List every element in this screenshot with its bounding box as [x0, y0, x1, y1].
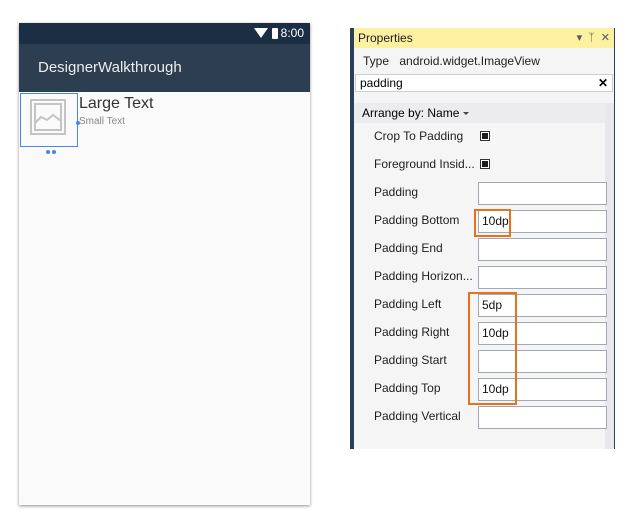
resize-handle-bottom-2[interactable] [52, 150, 56, 154]
battery-icon [272, 28, 278, 39]
image-view-selected[interactable] [20, 93, 78, 147]
android-preview: 8:00 DesignerWalkthrough Large Text Smal… [19, 23, 310, 505]
property-row: Padding [354, 179, 605, 207]
properties-title-bar: Properties ▾ ᛉ ✕ [354, 28, 614, 48]
property-label: Padding Start [374, 353, 447, 367]
pin-icon[interactable]: ᛉ [588, 28, 595, 48]
status-time: 8:00 [281, 26, 304, 40]
highlight-padding-bottom [474, 209, 511, 237]
property-label: Padding End [374, 241, 443, 255]
property-label: Crop To Padding [374, 129, 463, 143]
property-value-input[interactable] [478, 406, 607, 429]
clear-search-icon[interactable]: ✕ [598, 75, 608, 91]
app-title: DesignerWalkthrough [38, 59, 182, 76]
search-value: padding [360, 76, 403, 90]
property-label: Padding [374, 185, 418, 199]
property-label: Padding Vertical [374, 409, 461, 423]
property-label: Padding Left [374, 297, 441, 311]
property-checkbox[interactable] [480, 159, 490, 169]
property-value-input[interactable] [478, 238, 607, 261]
property-label: Padding Horizon... [374, 269, 473, 283]
wifi-icon [254, 28, 268, 38]
chevron-down-icon [463, 112, 469, 115]
property-row: Foreground Insid... [354, 151, 605, 179]
dropdown-icon[interactable]: ▾ [577, 28, 583, 48]
property-row: Crop To Padding [354, 123, 605, 151]
property-label: Foreground Insid... [374, 157, 475, 171]
resize-handle-bottom[interactable] [46, 150, 50, 154]
property-label: Padding Bottom [374, 213, 459, 227]
property-value-input[interactable] [478, 182, 607, 205]
small-text-view[interactable]: Small Text [79, 116, 125, 127]
property-value-input[interactable] [478, 266, 607, 289]
status-bar: 8:00 [19, 23, 310, 44]
large-text-view[interactable]: Large Text [79, 95, 153, 113]
property-search-input[interactable]: padding ✕ [355, 74, 613, 92]
property-checkbox[interactable] [480, 131, 490, 141]
property-label: Padding Right [374, 325, 449, 339]
type-label: Type [363, 54, 389, 68]
panel-title: Properties [358, 31, 413, 45]
arrange-label: Arrange by: Name [362, 106, 459, 120]
property-row: Padding Horizon... [354, 263, 605, 291]
app-bar: DesignerWalkthrough [19, 44, 310, 92]
type-row: Type android.widget.ImageView [354, 48, 614, 74]
image-placeholder-icon [30, 99, 66, 135]
close-icon[interactable]: ✕ [601, 28, 610, 48]
highlight-padding-left-right-top [468, 292, 517, 405]
property-row: Padding End [354, 235, 605, 263]
arrange-by-dropdown[interactable]: Arrange by: Name [354, 103, 605, 123]
property-row: Padding Vertical [354, 403, 605, 431]
type-value: android.widget.ImageView [399, 54, 540, 68]
property-label: Padding Top [374, 381, 441, 395]
